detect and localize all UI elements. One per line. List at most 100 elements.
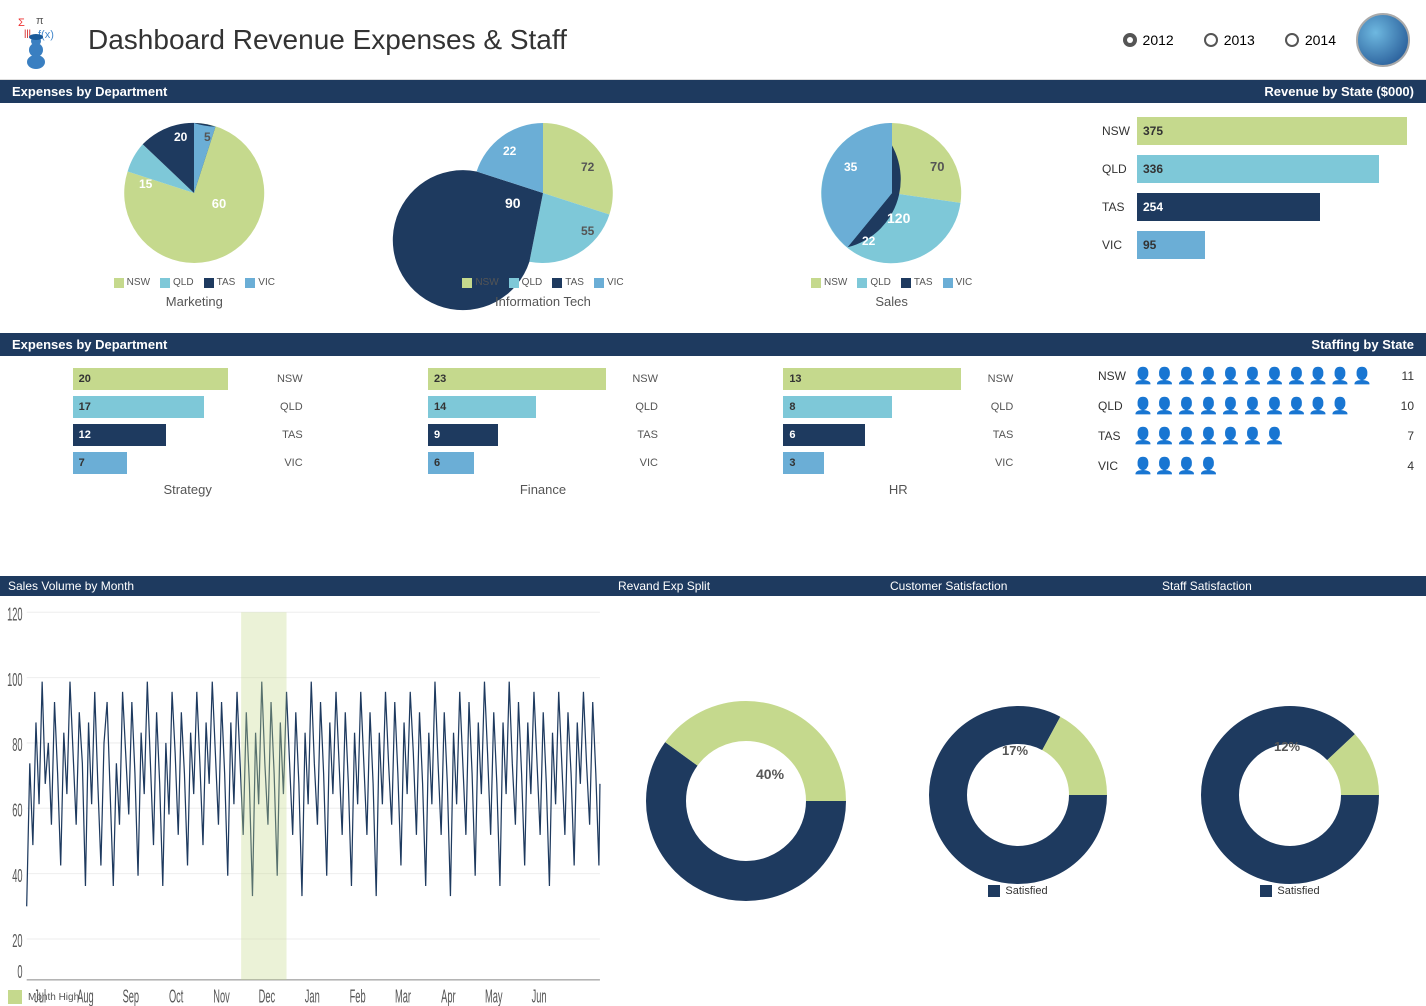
infotech-pie: 72 55 90 22 bbox=[463, 113, 623, 273]
year-2014[interactable]: 2014 bbox=[1285, 32, 1336, 48]
rev-exp-donut: 60% 40% bbox=[610, 596, 882, 1006]
globe-icon bbox=[1356, 13, 1410, 67]
svg-text:120: 120 bbox=[7, 605, 22, 625]
staff-sat-donut: 88% 12% Satisfied bbox=[1154, 596, 1426, 1006]
svg-text:Apr: Apr bbox=[441, 987, 456, 1006]
year-2014-label: 2014 bbox=[1305, 32, 1336, 48]
radio-2014[interactable] bbox=[1285, 33, 1299, 47]
marketing-label: Marketing bbox=[166, 294, 223, 309]
svg-text:22: 22 bbox=[503, 144, 517, 158]
mid-content: 20 NSW 17 QLD 12 TAS 7 VIC bbox=[0, 356, 1426, 576]
svg-text:80: 80 bbox=[12, 736, 22, 756]
staffing-state-label: Staffing by State bbox=[1311, 337, 1414, 352]
year-2013-label: 2013 bbox=[1224, 32, 1255, 48]
svg-text:12%: 12% bbox=[1274, 739, 1300, 754]
expenses-dept-label: Expenses by Department bbox=[12, 84, 167, 99]
svg-text:Jan: Jan bbox=[305, 987, 320, 1006]
revenue-qld-row: QLD 336 bbox=[1102, 155, 1410, 183]
svg-text:Oct: Oct bbox=[169, 987, 183, 1006]
svg-text:90: 90 bbox=[505, 195, 521, 211]
svg-text:Dec: Dec bbox=[259, 987, 275, 1006]
svg-text:Jun: Jun bbox=[532, 987, 547, 1006]
infotech-chart: 72 55 90 22 NSW QLD TAS VIC Information … bbox=[462, 113, 623, 309]
sales-line-chart: 120 100 80 60 40 20 0 bbox=[4, 600, 602, 988]
rev-exp-panel: Revand Exp Split 60% 40% bbox=[610, 576, 882, 1006]
donut-charts-area: Revand Exp Split 60% 40% Customer Satisf… bbox=[610, 576, 1426, 1006]
infotech-label: Information Tech bbox=[495, 294, 591, 309]
revenue-state-label: Revenue by State ($000) bbox=[1264, 84, 1414, 99]
expenses-dept2-label: Expenses by Department bbox=[12, 337, 167, 352]
staffing-by-state: NSW 👤👤👤 👤👤👤 👤👤👤 👤👤 11 QLD 👤👤👤 👤👤👤 👤👤👤 bbox=[1086, 356, 1426, 576]
mid-section-bar: Expenses by Department Staffing by State bbox=[0, 333, 1426, 356]
sales-chart-area: 120 100 80 60 40 20 0 bbox=[0, 596, 610, 988]
infotech-legend: NSW QLD TAS VIC bbox=[462, 277, 623, 288]
year-2012-label: 2012 bbox=[1143, 32, 1174, 48]
svg-text:Mar: Mar bbox=[395, 987, 411, 1006]
pie-charts-area: 60 15 20 5 NSW QLD TAS VIC Marketing bbox=[0, 103, 1086, 333]
svg-text:60: 60 bbox=[12, 801, 22, 821]
svg-text:15: 15 bbox=[139, 177, 153, 191]
staff-qld: QLD 👤👤👤 👤👤👤 👤👤👤 👤 10 bbox=[1098, 396, 1414, 416]
month-high-legend-box bbox=[8, 990, 22, 1004]
svg-text:83%: 83% bbox=[994, 792, 1024, 809]
staff-sat-legend: Satisfied bbox=[1260, 885, 1319, 897]
svg-text:May: May bbox=[485, 987, 503, 1006]
radio-2012[interactable] bbox=[1123, 33, 1137, 47]
finance-label: Finance bbox=[428, 482, 658, 497]
year-2012[interactable]: 2012 bbox=[1123, 32, 1174, 48]
hr-chart: 13 NSW 8 QLD 6 TAS 3 VIC bbox=[783, 368, 1013, 497]
header-icons: Σ π ||| f(x) bbox=[16, 10, 76, 70]
strategy-chart: 20 NSW 17 QLD 12 TAS 7 VIC bbox=[73, 368, 303, 497]
top-section-bar: Expenses by Department Revenue by State … bbox=[0, 80, 1426, 103]
staff-nsw: NSW 👤👤👤 👤👤👤 👤👤👤 👤👤 11 bbox=[1098, 366, 1414, 386]
svg-text:120: 120 bbox=[887, 210, 911, 226]
sales-volume-title: Sales Volume by Month bbox=[0, 576, 610, 596]
revenue-tas-row: TAS 254 bbox=[1102, 193, 1410, 221]
svg-text:Sep: Sep bbox=[123, 987, 140, 1006]
dashboard: Σ π ||| f(x) Dashboard Revenue Expenses … bbox=[0, 0, 1426, 1006]
revenue-vic-row: VIC 95 bbox=[1102, 231, 1410, 259]
radio-2013[interactable] bbox=[1204, 33, 1218, 47]
revenue-by-state: NSW 375 QLD 336 TAS 254 bbox=[1086, 103, 1426, 333]
staff-tas: TAS 👤👤👤 👤👤👤 👤 7 bbox=[1098, 426, 1414, 446]
svg-text:72: 72 bbox=[581, 160, 595, 174]
header: Σ π ||| f(x) Dashboard Revenue Expenses … bbox=[0, 0, 1426, 80]
page-title: Dashboard Revenue Expenses & Staff bbox=[88, 24, 1123, 56]
cust-sat-legend: Satisfied bbox=[988, 885, 1047, 897]
dept-bar-charts: 20 NSW 17 QLD 12 TAS 7 VIC bbox=[0, 356, 1086, 576]
svg-text:5: 5 bbox=[204, 130, 211, 144]
staff-vic: VIC 👤👤👤 👤 4 bbox=[1098, 456, 1414, 476]
hr-label: HR bbox=[783, 482, 1013, 497]
sales-pie: 70 120 35 22 bbox=[812, 113, 972, 273]
cust-sat-title: Customer Satisfaction bbox=[882, 576, 1154, 596]
sales-volume-panel: Sales Volume by Month 120 100 80 60 40 2… bbox=[0, 576, 610, 1006]
svg-text:17%: 17% bbox=[1002, 743, 1028, 758]
year-filter[interactable]: 2012 2013 2014 bbox=[1123, 32, 1336, 48]
svg-text:55: 55 bbox=[581, 224, 595, 238]
svg-text:Jul: Jul bbox=[34, 987, 46, 1006]
marketing-pie: 60 15 20 5 bbox=[114, 113, 274, 273]
svg-text:0: 0 bbox=[17, 963, 22, 983]
sales-legend: NSW QLD TAS VIC bbox=[811, 277, 972, 288]
svg-text:60: 60 bbox=[212, 196, 226, 211]
svg-text:π: π bbox=[36, 15, 44, 27]
sales-label: Sales bbox=[875, 294, 908, 309]
bottom-content: Sales Volume by Month 120 100 80 60 40 2… bbox=[0, 576, 1426, 1006]
staff-sat-panel: Staff Satisfaction 88% 12% Satisfied bbox=[1154, 576, 1426, 1006]
svg-text:40: 40 bbox=[12, 867, 22, 887]
staff-sat-title: Staff Satisfaction bbox=[1154, 576, 1426, 596]
year-2013[interactable]: 2013 bbox=[1204, 32, 1255, 48]
svg-text:35: 35 bbox=[844, 160, 858, 174]
svg-text:20: 20 bbox=[12, 932, 22, 952]
svg-text:88%: 88% bbox=[1266, 792, 1296, 809]
svg-text:60%: 60% bbox=[718, 796, 750, 813]
svg-text:Feb: Feb bbox=[350, 987, 366, 1006]
cust-sat-panel: Customer Satisfaction 83% 17% Satisfied bbox=[882, 576, 1154, 1006]
top-content: 60 15 20 5 NSW QLD TAS VIC Marketing bbox=[0, 103, 1426, 333]
svg-text:100: 100 bbox=[7, 671, 22, 691]
svg-text:20: 20 bbox=[174, 130, 188, 144]
svg-text:70: 70 bbox=[930, 159, 944, 174]
svg-text:Aug: Aug bbox=[77, 987, 94, 1006]
rev-exp-title: Revand Exp Split bbox=[610, 576, 882, 596]
finance-chart: 23 NSW 14 QLD 9 TAS 6 VIC bbox=[428, 368, 658, 497]
